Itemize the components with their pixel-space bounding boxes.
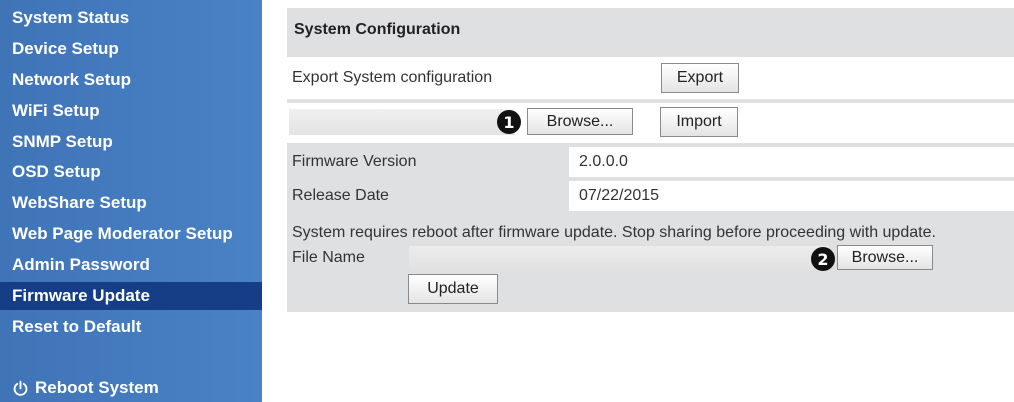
sidebar-item-system-status[interactable]: System Status: [0, 4, 262, 32]
sidebar-item-device-setup[interactable]: Device Setup: [0, 35, 262, 63]
release-date-row: Release Date 07/22/2015: [287, 181, 1014, 211]
system-configuration-panel: System Configuration Export System confi…: [287, 8, 1014, 312]
release-date-label: Release Date: [292, 187, 389, 204]
sidebar-item-webshare-setup[interactable]: WebShare Setup: [0, 189, 262, 217]
release-date-value: 07/22/2015: [579, 187, 660, 204]
reboot-system-label: Reboot System: [35, 378, 159, 397]
firmware-version-row: Firmware Version 2.0.0.0: [287, 147, 1014, 177]
sidebar-item-snmp-setup[interactable]: SNMP Setup: [0, 128, 262, 156]
import-button[interactable]: Import: [660, 107, 738, 137]
export-button[interactable]: Export: [661, 63, 739, 93]
import-file-field[interactable]: [289, 109, 515, 135]
file-name-label: File Name: [292, 249, 365, 266]
power-icon: [13, 380, 28, 396]
sidebar: System Status Device Setup Network Setup…: [0, 0, 262, 402]
update-button[interactable]: Update: [408, 274, 498, 304]
sidebar-item-admin-password[interactable]: Admin Password: [0, 251, 262, 279]
panel-title: System Configuration: [294, 21, 461, 38]
sidebar-item-network-setup[interactable]: Network Setup: [0, 66, 262, 94]
sidebar-item-wifi-setup[interactable]: WiFi Setup: [0, 97, 262, 125]
update-browse-button[interactable]: Browse...: [837, 245, 933, 270]
marker-1: 1: [497, 110, 521, 134]
export-label: Export System configuration: [292, 69, 493, 86]
firmware-version-label: Firmware Version: [292, 153, 417, 170]
marker-2: 2: [811, 247, 835, 271]
export-row: Export System configuration Export: [287, 57, 1014, 99]
sidebar-item-web-page-moderator-setup[interactable]: Web Page Moderator Setup: [0, 220, 262, 248]
update-file-field[interactable]: [409, 246, 829, 270]
reboot-notice: System requires reboot after firmware up…: [292, 224, 936, 241]
import-browse-button[interactable]: Browse...: [527, 108, 633, 135]
import-row: 1 Browse... Import: [287, 103, 1014, 143]
sidebar-item-osd-setup[interactable]: OSD Setup: [0, 158, 262, 186]
firmware-version-value: 2.0.0.0: [579, 153, 628, 170]
reboot-system-button[interactable]: Reboot System: [0, 374, 262, 402]
sidebar-item-reset-to-default[interactable]: Reset to Default: [0, 313, 262, 341]
sidebar-item-firmware-update[interactable]: Firmware Update: [0, 282, 262, 310]
